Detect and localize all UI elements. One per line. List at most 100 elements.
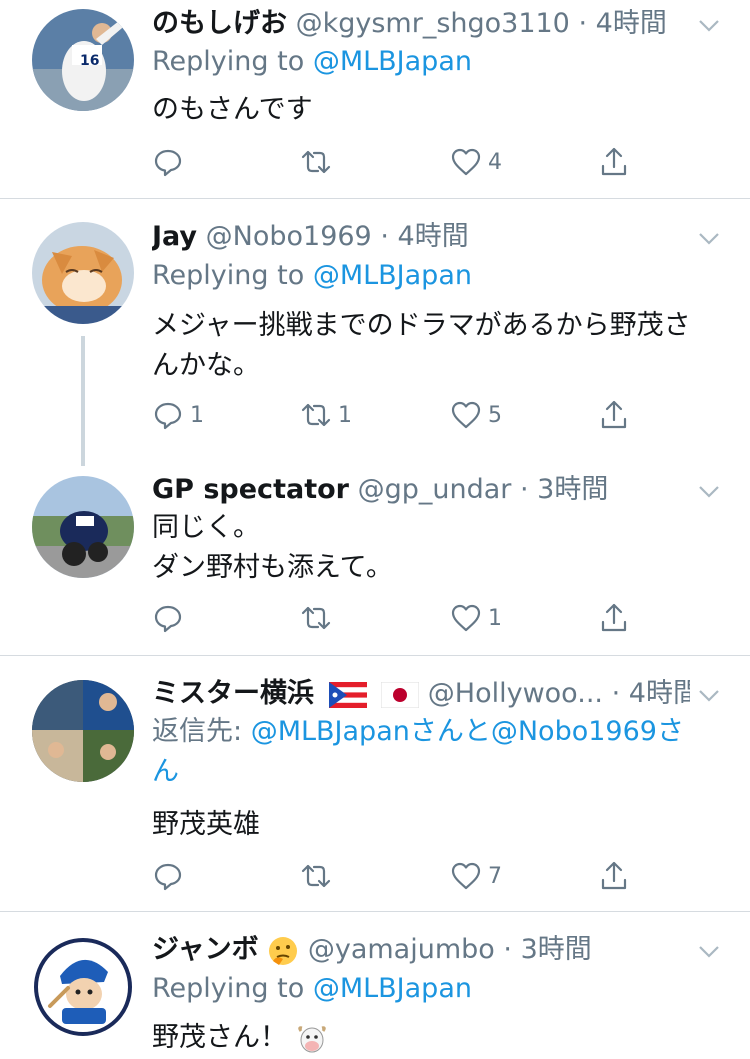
retweet-button[interactable] — [300, 142, 338, 182]
collage-avatar-icon — [32, 680, 134, 782]
display-name[interactable]: GP spectator — [152, 474, 349, 505]
display-name[interactable]: ジャンボ — [152, 934, 259, 965]
reply-button[interactable] — [152, 142, 190, 182]
chevron-down-icon[interactable] — [696, 225, 722, 251]
retweet-icon — [301, 864, 331, 888]
puerto-rico-flag-icon — [328, 681, 367, 708]
share-icon — [601, 603, 627, 632]
reply-icon — [154, 402, 182, 430]
share-button[interactable] — [598, 856, 630, 896]
thread-connector — [81, 336, 85, 466]
separator-dot: · — [578, 8, 588, 39]
tweet-header: GP spectator @gp_undar · 3時間 — [152, 470, 690, 510]
tweet-header: のもしげお @kgysmr_shgo3110 · 4時間 — [152, 4, 690, 44]
heart-icon — [451, 604, 481, 632]
tweet-text-line: んかな。 — [152, 350, 260, 381]
user-handle[interactable]: @Hollywoo... — [428, 678, 603, 709]
action-bar: 7 — [152, 856, 652, 896]
tweet-header: ジャンボ @yamajumbo · 3時間 — [152, 930, 690, 970]
heart-icon — [451, 862, 481, 890]
mention-link[interactable]: @MLBJapan — [313, 46, 472, 77]
chevron-down-icon[interactable] — [696, 478, 722, 504]
reply-button[interactable]: 1 — [152, 395, 204, 435]
mention-link[interactable]: @MLBJapanさんと@Nobo1969さ — [251, 716, 684, 747]
share-button[interactable] — [598, 395, 630, 435]
avatar[interactable] — [32, 936, 134, 1038]
blue-jays-logo-avatar-icon — [32, 936, 134, 1038]
tweet[interactable]: GP spectator @gp_undar · 3時間 同じく。 ダン野村も添… — [0, 466, 750, 654]
cow-face-icon — [297, 1025, 326, 1052]
baseball-pitcher-avatar-icon: 16 — [32, 9, 134, 111]
mention-link[interactable]: @MLBJapan — [313, 973, 472, 1004]
display-name[interactable]: のもしげお — [152, 8, 287, 39]
tweet[interactable]: ジャンボ @yamajumbo · 3時間 Replying to @MLBJa… — [0, 912, 750, 1059]
like-button[interactable]: 4 — [450, 142, 502, 182]
heart-icon — [451, 148, 481, 176]
chevron-down-icon[interactable] — [696, 682, 722, 708]
timestamp[interactable]: 4時間 — [596, 8, 667, 39]
retweet-icon — [301, 150, 331, 174]
avatar[interactable] — [32, 222, 134, 324]
reply-prefix: Replying to — [152, 973, 313, 1004]
retweet-button[interactable]: 1 — [300, 395, 352, 435]
separator-dot: · — [503, 934, 512, 965]
retweet-icon — [301, 403, 331, 427]
share-button[interactable] — [598, 142, 630, 182]
chevron-down-icon[interactable] — [696, 12, 722, 38]
tweet[interactable]: 16 のもしげお @kgysmr_shgo3110 · 4時間 Replying… — [0, 0, 750, 198]
like-count: 5 — [488, 402, 502, 428]
share-button[interactable] — [598, 598, 630, 638]
tweet-text: 野茂英雄 — [152, 809, 260, 840]
timestamp[interactable]: 4時間 — [629, 678, 690, 709]
tweet[interactable]: Jay @Nobo1969 · 4時間 Replying to @MLBJapa… — [0, 199, 750, 466]
retweet-button[interactable] — [300, 856, 338, 896]
share-icon — [601, 147, 627, 176]
japan-flag-icon — [381, 681, 420, 708]
heart-icon — [451, 401, 481, 429]
svg-text:16: 16 — [80, 53, 99, 69]
avatar[interactable] — [32, 476, 134, 578]
like-button[interactable]: 5 — [450, 395, 502, 435]
user-handle[interactable]: @Nobo1969 — [206, 221, 372, 252]
tweet-text-line: ダン野村も添えて。 — [152, 552, 393, 583]
like-count: 7 — [488, 863, 502, 889]
reply-icon — [154, 863, 182, 891]
timestamp[interactable]: 3時間 — [521, 934, 592, 965]
tweet-text-line: 野茂さん！ — [152, 1022, 287, 1053]
display-name[interactable]: Jay — [152, 221, 197, 252]
thinking-face-icon — [269, 936, 298, 965]
chevron-down-icon[interactable] — [696, 938, 722, 964]
tweet-text: メジャー挑戦までのドラマがあるから野茂さ んかな。 — [152, 306, 714, 386]
mention-link[interactable]: @MLBJapan — [313, 260, 472, 291]
tweet-text: のもさんです — [152, 94, 313, 125]
retweet-count: 1 — [338, 402, 352, 428]
reply-prefix: Replying to — [152, 260, 313, 291]
reply-context: Replying to @MLBJapan — [152, 969, 710, 1009]
user-handle[interactable]: @yamajumbo — [308, 934, 495, 965]
tweet-text: 野茂さん！ — [152, 1018, 714, 1058]
like-count: 1 — [488, 605, 502, 631]
tweet-header: Jay @Nobo1969 · 4時間 — [152, 217, 690, 257]
reply-button[interactable] — [152, 598, 190, 638]
reply-button[interactable] — [152, 856, 190, 896]
avatar[interactable]: 16 — [32, 9, 134, 111]
timestamp[interactable]: 4時間 — [398, 221, 469, 252]
reply-icon — [154, 149, 182, 177]
separator-dot: · — [519, 474, 529, 505]
reply-prefix: Replying to — [152, 46, 313, 77]
display-name[interactable]: ミスター横浜 — [152, 678, 314, 709]
avatar[interactable] — [32, 680, 134, 782]
share-icon — [601, 861, 627, 890]
mention-link[interactable]: ん — [152, 756, 179, 787]
retweet-icon — [301, 606, 331, 630]
retweet-button[interactable] — [300, 598, 338, 638]
timestamp[interactable]: 3時間 — [537, 474, 608, 505]
user-handle[interactable]: @kgysmr_shgo3110 — [296, 8, 570, 39]
reply-context: Replying to @MLBJapan — [152, 256, 710, 296]
reply-prefix: 返信先: — [152, 716, 251, 747]
tweet[interactable]: ミスター横浜 @Hollywoo... · 4時間 返信先: @MLBJapan… — [0, 656, 750, 911]
user-handle[interactable]: @gp_undar — [358, 474, 512, 505]
reply-context: 返信先: @MLBJapanさんと@Nobo1969さ ん — [152, 712, 710, 792]
like-button[interactable]: 7 — [450, 856, 502, 896]
like-button[interactable]: 1 — [450, 598, 502, 638]
